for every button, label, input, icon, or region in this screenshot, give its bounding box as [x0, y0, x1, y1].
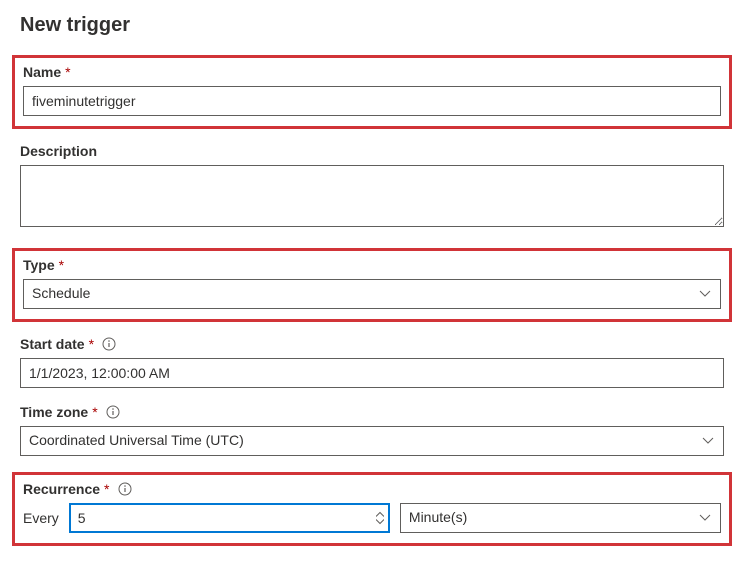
info-icon[interactable]: [118, 482, 132, 496]
recurrence-every-label: Every: [23, 510, 59, 526]
spinner-up-icon[interactable]: [376, 512, 384, 518]
name-highlight-box: Name *: [12, 55, 732, 129]
description-input[interactable]: [20, 165, 724, 227]
info-icon[interactable]: [106, 405, 120, 419]
description-field: Description: [20, 143, 724, 232]
recurrence-unit-select[interactable]: Minute(s): [400, 503, 721, 533]
start-date-label-text: Start date: [20, 336, 85, 352]
time-zone-label-text: Time zone: [20, 404, 88, 420]
recurrence-label: Recurrence *: [23, 481, 132, 497]
type-select[interactable]: Schedule: [23, 279, 721, 309]
start-date-input[interactable]: [20, 358, 724, 388]
time-zone-field: Time zone * Coordinated Universal Time (…: [20, 404, 724, 456]
required-asterisk: *: [92, 404, 97, 420]
type-highlight-box: Type * Schedule: [12, 248, 732, 322]
time-zone-select[interactable]: Coordinated Universal Time (UTC): [20, 426, 724, 456]
time-zone-label: Time zone *: [20, 404, 120, 420]
required-asterisk: *: [89, 336, 94, 352]
start-date-field: Start date *: [20, 336, 724, 388]
recurrence-interval-input[interactable]: [69, 503, 390, 533]
recurrence-row: Every Minute(s): [23, 503, 721, 533]
type-label-text: Type: [23, 257, 55, 273]
start-date-label: Start date *: [20, 336, 116, 352]
spinner-down-icon[interactable]: [376, 519, 384, 525]
recurrence-highlight-box: Recurrence * Every Minute(s): [12, 472, 732, 546]
info-icon[interactable]: [102, 337, 116, 351]
number-spinner[interactable]: [376, 512, 384, 525]
recurrence-label-text: Recurrence: [23, 481, 100, 497]
description-label-text: Description: [20, 143, 97, 159]
required-asterisk: *: [65, 64, 70, 80]
type-label: Type *: [23, 257, 64, 273]
page-title: New trigger: [20, 14, 724, 37]
name-input[interactable]: [23, 86, 721, 116]
name-label-text: Name: [23, 64, 61, 80]
required-asterisk: *: [104, 481, 109, 497]
name-label: Name *: [23, 64, 71, 80]
required-asterisk: *: [59, 257, 64, 273]
description-label: Description: [20, 143, 97, 159]
